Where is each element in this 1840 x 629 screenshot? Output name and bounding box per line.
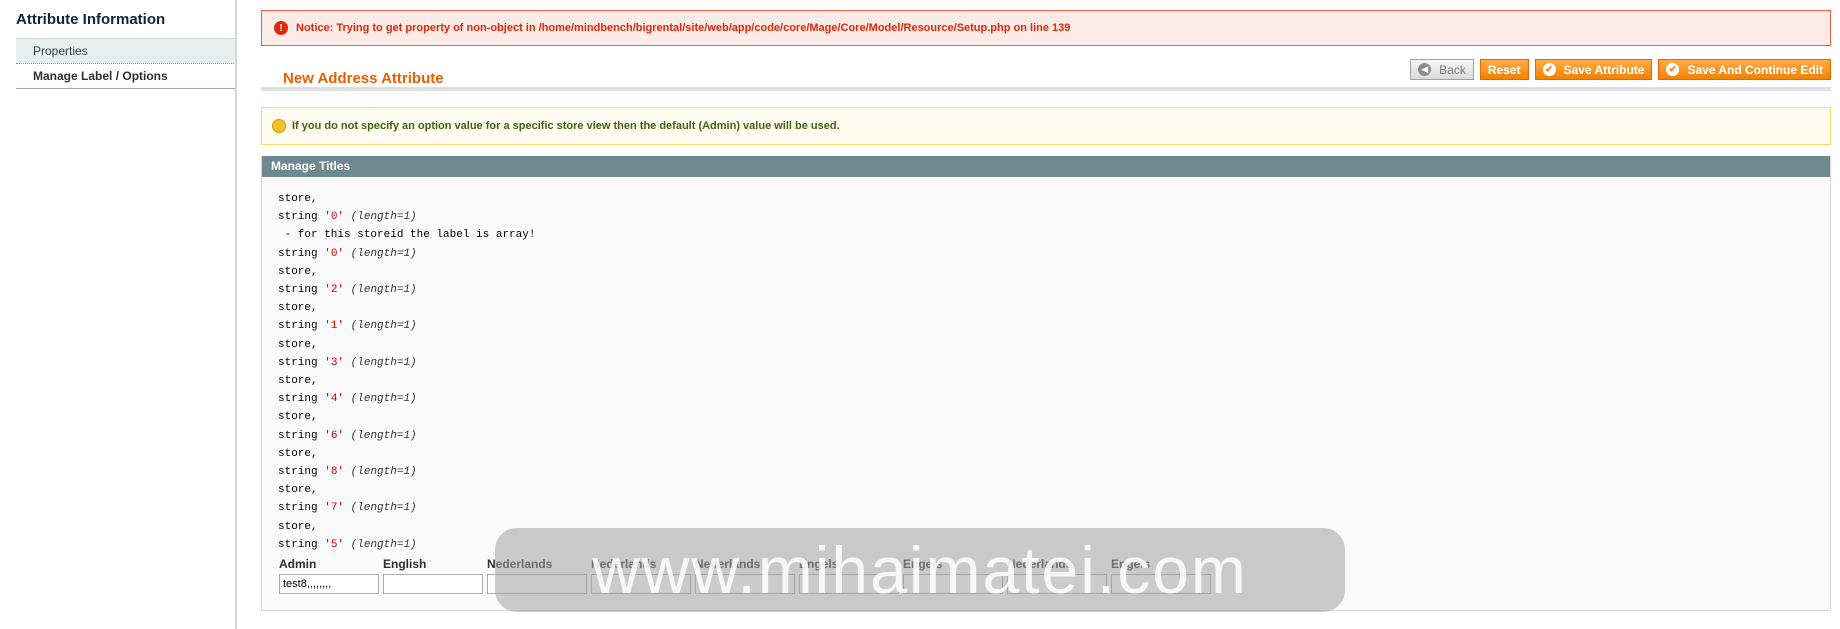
main-content: ! Notice: Trying to get property of non-…	[261, 10, 1831, 611]
store-label-header: Nederlands	[695, 557, 761, 571]
dump-line: string	[278, 356, 318, 369]
store-label-header: Engels	[799, 557, 839, 571]
dump-line: store,	[278, 520, 318, 533]
admin-label-input[interactable]	[279, 574, 379, 594]
dump-length: (length=1)	[350, 466, 417, 479]
info-hint: If you do not specify an option value fo…	[261, 107, 1831, 145]
check-icon: ✔	[1666, 63, 1680, 76]
dump-length: (length=1)	[350, 429, 417, 442]
dump-value: '2'	[324, 284, 345, 297]
save-attribute-button[interactable]: ✔ Save Attribute	[1534, 59, 1653, 80]
dump-length: (length=1)	[350, 211, 417, 224]
store-label-column: English	[383, 557, 483, 594]
reset-button-label: Reset	[1487, 62, 1521, 77]
dump-line: string	[278, 466, 318, 479]
sidebar-divider	[235, 0, 237, 629]
dump-line: string	[278, 320, 318, 333]
tab-manage-label-options[interactable]: Manage Label / Options	[16, 64, 236, 89]
dump-line: store,	[278, 193, 318, 205]
action-buttons: ◀ Back Reset ✔ Save Attribute ✔ Save And…	[1410, 59, 1831, 80]
store-label-column: Nederlands	[591, 557, 691, 594]
info-hint-text: If you do not specify an option value fo…	[292, 120, 840, 132]
dump-length: (length=1)	[350, 393, 417, 406]
dump-length: (length=1)	[350, 320, 417, 333]
reset-button[interactable]: Reset	[1479, 59, 1529, 80]
dump-line: string	[278, 211, 318, 224]
store-label-header: Nederlands	[487, 557, 553, 571]
error-icon: !	[274, 21, 288, 35]
dump-line: store,	[278, 302, 318, 315]
dump-length: (length=1)	[350, 538, 417, 551]
sidebar-title: Attribute Information	[16, 11, 166, 28]
dump-line: - for this storeid the label is array!	[278, 229, 536, 242]
error-notice: ! Notice: Trying to get property of non-…	[261, 10, 1831, 46]
dump-value: '7'	[324, 502, 345, 515]
dump-length: (length=1)	[350, 502, 417, 515]
store-label-input[interactable]	[1007, 574, 1107, 594]
store-label-column: Admin	[279, 557, 379, 594]
dump-value: '4'	[324, 393, 345, 406]
section-body: store, string '0' (length=1) - for this …	[262, 177, 1830, 610]
dump-line: string	[278, 502, 318, 515]
store-label-header: Engels	[1111, 557, 1151, 571]
store-label-header: Admin	[279, 557, 317, 571]
store-label-column: Nederlands	[695, 557, 795, 594]
check-icon: ✔	[1542, 63, 1556, 76]
back-button-label: Back	[1439, 62, 1466, 77]
lightbulb-icon	[272, 119, 286, 133]
sidebar: Attribute Information Properties Manage …	[16, 0, 236, 89]
error-notice-text: Notice: Trying to get property of non-ob…	[296, 22, 1071, 34]
save-continue-label: Save And Continue Edit	[1687, 62, 1823, 77]
dump-value: '3'	[324, 356, 345, 369]
dump-value: '5'	[324, 538, 345, 551]
save-attribute-label: Save Attribute	[1563, 62, 1645, 77]
dump-length: (length=1)	[350, 284, 417, 297]
arrow-left-icon: ◀	[1418, 63, 1432, 76]
dump-length: (length=1)	[350, 247, 417, 260]
store-label-header: Engels	[903, 557, 943, 571]
debug-output: store, string '0' (length=1) - for this …	[262, 177, 1830, 554]
dump-line: store,	[278, 265, 318, 278]
tab-properties[interactable]: Properties	[16, 38, 236, 64]
store-label-input[interactable]	[903, 574, 1003, 594]
dump-line: store,	[278, 411, 318, 424]
dump-line: string	[278, 284, 318, 297]
store-label-column: Nederlands	[487, 557, 587, 594]
manage-titles-section: Manage Titles store, string '0' (length=…	[261, 156, 1831, 611]
store-label-input[interactable]	[383, 574, 483, 594]
store-label-input[interactable]	[1111, 574, 1211, 594]
store-label-header: Nederlands	[591, 557, 657, 571]
store-label-input[interactable]	[799, 574, 899, 594]
store-label-column: Engels	[799, 557, 899, 594]
dump-line: string	[278, 393, 318, 406]
dump-value: '0'	[324, 211, 345, 224]
section-title: Manage Titles	[262, 156, 1830, 177]
back-button[interactable]: ◀ Back	[1410, 59, 1474, 80]
store-label-column: Nederlands	[1007, 557, 1107, 594]
store-label-input[interactable]	[695, 574, 795, 594]
dump-length: (length=1)	[350, 356, 417, 369]
page-header: New Address Attribute ◀ Back Reset ✔ Sav…	[261, 59, 1831, 91]
dump-value: '1'	[324, 320, 345, 333]
dump-line: store,	[278, 375, 318, 388]
dump-value: '0'	[324, 247, 345, 260]
dump-line: string	[278, 247, 318, 260]
page-title: New Address Attribute	[283, 70, 444, 87]
dump-value: '6'	[324, 429, 345, 442]
store-label-column: Engels	[903, 557, 1003, 594]
store-label-header: Nederlands	[1007, 557, 1073, 571]
dump-line: string	[278, 538, 318, 551]
store-labels-row: Admin English Nederlands Nederlands Nede…	[279, 557, 1211, 594]
dump-line: store,	[278, 484, 318, 497]
save-continue-button[interactable]: ✔ Save And Continue Edit	[1658, 59, 1831, 80]
dump-line: store,	[278, 447, 318, 460]
store-label-input[interactable]	[591, 574, 691, 594]
dump-line: store,	[278, 338, 318, 351]
store-label-input[interactable]	[487, 574, 587, 594]
dump-line: string	[278, 429, 318, 442]
store-label-column: Engels	[1111, 557, 1211, 594]
dump-value: '8'	[324, 466, 345, 479]
store-label-header: English	[383, 557, 427, 571]
